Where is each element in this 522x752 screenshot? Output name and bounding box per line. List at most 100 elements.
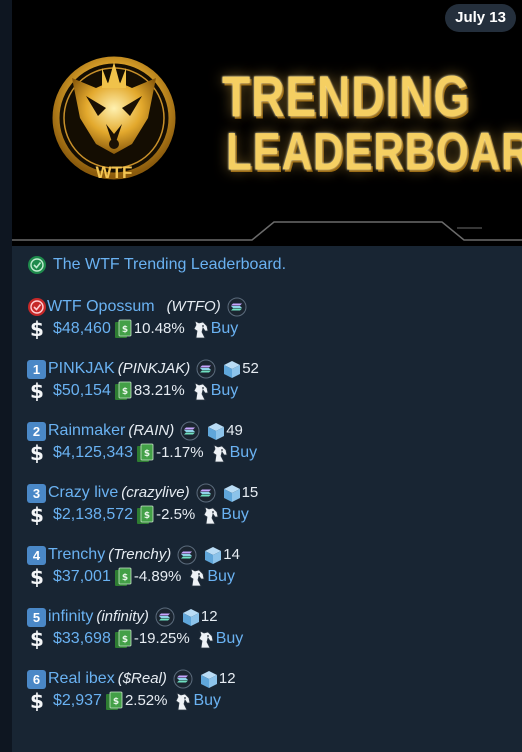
money-stack-icon: [114, 567, 134, 587]
token-ticker: (RAIN): [128, 422, 175, 439]
token-ticker: (infinity): [96, 608, 149, 625]
box-icon: [181, 607, 201, 627]
leaderboard-entry: 5 infinity (infinity) 12 $33,698 -19.25%: [27, 606, 517, 650]
buy-link[interactable]: Buy: [207, 566, 235, 588]
green-seal-icon: [27, 255, 47, 275]
featured-buy-link[interactable]: Buy: [211, 318, 239, 340]
horse-icon: [201, 505, 221, 525]
horse-icon: [173, 691, 193, 711]
solana-icon: [196, 483, 216, 503]
token-score: 52: [242, 360, 259, 377]
intro-line: The WTF Trending Leaderboard.: [27, 252, 517, 278]
box-icon: [222, 359, 242, 379]
mcap-link[interactable]: $2,937: [53, 690, 102, 712]
date-badge: July 13: [445, 4, 516, 32]
price-change: 83.21%: [133, 382, 185, 399]
mcap-link[interactable]: $33,698: [53, 628, 111, 650]
money-stack-icon: [136, 505, 156, 525]
entry-stats-row: $2,138,572 -2.5% Buy: [27, 504, 517, 526]
token-ticker: ($Real): [117, 670, 167, 687]
leaderboard-entry: 2 Rainmaker (RAIN) 49 $4,125,343 -1.17%: [27, 420, 517, 464]
price-change: -19.25%: [133, 630, 190, 647]
mcap-link[interactable]: $4,125,343: [53, 442, 133, 464]
token-name-link[interactable]: Trenchy: [48, 544, 105, 566]
badger-logo-icon: WTF: [52, 56, 176, 182]
buy-link[interactable]: Buy: [211, 380, 239, 402]
price-change: -2.5%: [156, 506, 196, 523]
money-stack-icon: [136, 443, 156, 463]
solana-icon: [177, 545, 197, 565]
message-text: The WTF Trending Leaderboard. WTF Opossu…: [27, 252, 517, 712]
solana-icon: [196, 359, 216, 379]
money-stack-icon: [105, 691, 125, 711]
token-score: 12: [200, 608, 218, 625]
dollar-icon: [27, 319, 47, 339]
leaderboard-entry: 6 Real ibex ($Real) 12 $2,937 2.52% Buy: [27, 668, 517, 712]
leaderboard-entry: 3 Crazy live (crazylive) 15 $2,138,572 -…: [27, 482, 517, 526]
box-icon: [222, 483, 242, 503]
intro-link[interactable]: The WTF Trending Leaderboard.: [53, 254, 286, 276]
money-stack-icon: [114, 319, 134, 339]
token-ticker: (crazylive): [121, 484, 190, 501]
banner-title-line2: LEADERBOARD: [226, 122, 522, 181]
buy-link[interactable]: Buy: [230, 442, 258, 464]
token-score: 12: [218, 670, 236, 687]
red-seal-icon: [27, 297, 47, 317]
rank-badge: 5: [27, 607, 46, 627]
horse-icon: [191, 319, 211, 339]
mcap-link[interactable]: $37,001: [53, 566, 111, 588]
featured-name-link[interactable]: WTF Opossum: [47, 296, 155, 318]
box-icon: [203, 545, 223, 565]
featured-entry: WTF Opossum (WTFO) $48,460 10.48% Buy: [27, 296, 517, 340]
token-score: 49: [226, 422, 243, 439]
entry-stats-row: $33,698 -19.25% Buy: [27, 628, 517, 650]
token-name-link[interactable]: Rainmaker: [48, 420, 125, 442]
mcap-link[interactable]: $50,154: [53, 380, 111, 402]
money-stack-icon: [114, 381, 134, 401]
featured-title-row: WTF Opossum (WTFO): [27, 296, 517, 318]
buy-link[interactable]: Buy: [216, 628, 244, 650]
horse-icon: [191, 381, 211, 401]
token-score: 15: [241, 484, 259, 501]
rank-badge: 3: [27, 483, 46, 503]
featured-ticker: (WTFO): [166, 298, 221, 315]
leaderboard-entry: 4 Trenchy (Trenchy) 14 $37,001 -4.89% Bu…: [27, 544, 517, 588]
entry-title-row: 1 PINKJAK (PINKJAK) 52: [27, 358, 517, 380]
dollar-icon: [27, 443, 47, 463]
token-ticker: (Trenchy): [108, 546, 172, 563]
message-bubble: WTF TRENDING LEADERBOARD July 13 The WTF…: [12, 0, 522, 752]
rank-badge: 2: [27, 421, 46, 441]
solana-icon: [180, 421, 200, 441]
buy-link[interactable]: Buy: [193, 690, 221, 712]
horse-icon: [210, 443, 230, 463]
dollar-icon: [27, 629, 47, 649]
token-name-link[interactable]: Crazy live: [48, 482, 118, 504]
rank-badge: 1: [27, 359, 46, 379]
leaderboard-banner: WTF TRENDING LEADERBOARD: [12, 0, 522, 246]
featured-mcap-link[interactable]: $48,460: [53, 318, 111, 340]
token-name-link[interactable]: PINKJAK: [48, 358, 115, 380]
price-change: -4.89%: [133, 568, 182, 585]
entry-title-row: 6 Real ibex ($Real) 12: [27, 668, 517, 690]
box-icon: [199, 669, 219, 689]
buy-link[interactable]: Buy: [221, 504, 249, 526]
token-name-link[interactable]: infinity: [48, 606, 93, 628]
money-stack-icon: [114, 629, 134, 649]
dollar-icon: [27, 567, 47, 587]
entry-title-row: 5 infinity (infinity) 12: [27, 606, 517, 628]
entry-title-row: 2 Rainmaker (RAIN) 49: [27, 420, 517, 442]
mcap-link[interactable]: $2,138,572: [53, 504, 133, 526]
horse-icon: [187, 567, 207, 587]
entry-stats-row: $4,125,343 -1.17% Buy: [27, 442, 517, 464]
box-icon: [206, 421, 226, 441]
logo-text: WTF: [96, 163, 133, 182]
rank-badge: 6: [27, 669, 46, 689]
token-name-link[interactable]: Real ibex: [48, 668, 115, 690]
dollar-icon: [27, 381, 47, 401]
price-change: 2.52%: [124, 692, 168, 709]
entry-title-row: 4 Trenchy (Trenchy) 14: [27, 544, 517, 566]
entry-stats-row: $50,154 83.21% Buy: [27, 380, 517, 402]
entry-stats-row: $37,001 -4.89% Buy: [27, 566, 517, 588]
dollar-icon: [27, 505, 47, 525]
price-change: -1.17%: [156, 444, 204, 461]
